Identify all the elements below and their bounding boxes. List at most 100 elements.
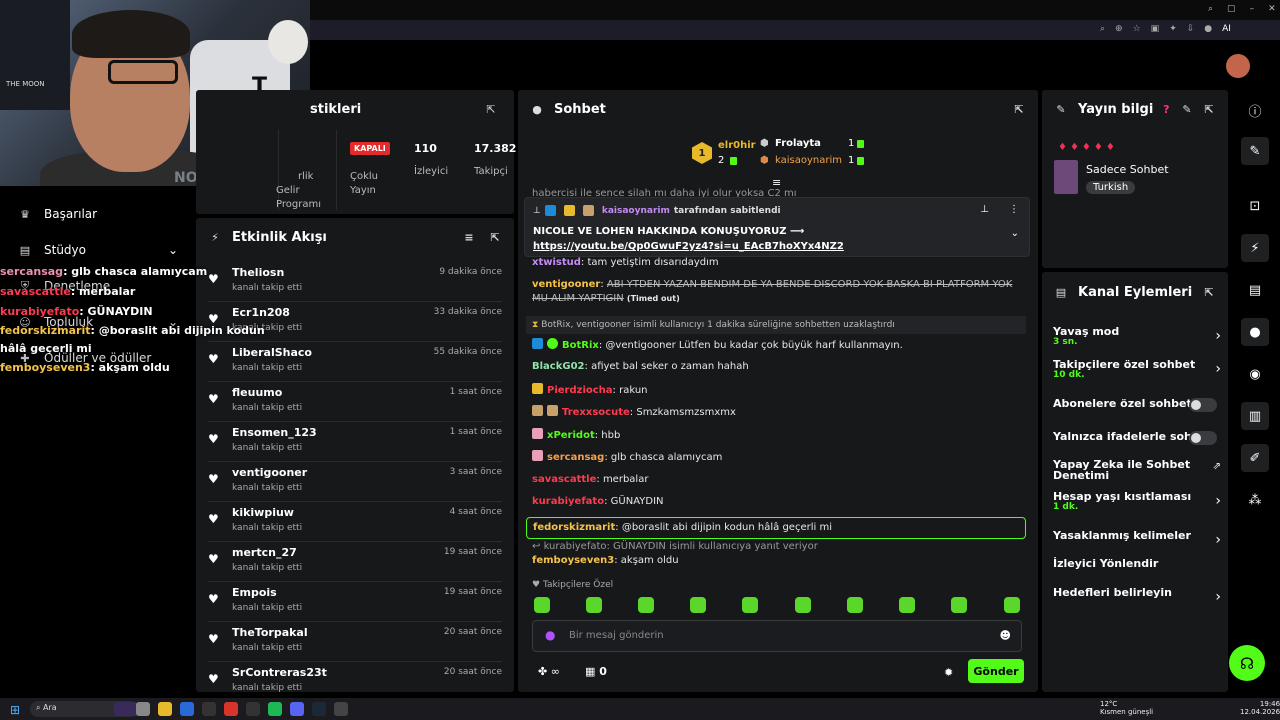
channel-action-item[interactable]: Takipçilere özel sohbet 10 dk. › <box>1053 359 1221 380</box>
support-button[interactable]: ☊ <box>1229 645 1265 681</box>
emote-icon[interactable] <box>899 597 915 613</box>
emote-icon[interactable] <box>586 597 602 613</box>
more-options-icon[interactable]: ⋮ <box>1009 204 1019 215</box>
event-row[interactable]: ♥ SrContreras23t kanalı takip etti 20 saat … <box>208 662 502 702</box>
microphone-icon[interactable]: ● <box>545 628 555 642</box>
event-row[interactable]: ♥ TheTorpakal kanalı takip etti 20 saat önc… <box>208 622 502 662</box>
emote-icon[interactable] <box>951 597 967 613</box>
taskbar-app-icon[interactable] <box>290 702 304 716</box>
channel-action-item[interactable]: Yapay Zeka ile Sohbet Denetimi ⇗ <box>1053 459 1221 481</box>
sidebar-item-achievements[interactable]: ♛ Başarılar <box>0 196 196 232</box>
popout-icon[interactable]: ⇱ <box>488 230 502 244</box>
zoom-icon[interactable]: ⊕ <box>1115 24 1123 34</box>
event-username[interactable]: SrContreras23t <box>232 666 327 679</box>
taskbar-app-icon[interactable] <box>224 702 238 716</box>
emote-icon[interactable] <box>742 597 758 613</box>
channel-action-item[interactable]: Hedefleri belirleyin › <box>1053 587 1221 605</box>
minimize-icon[interactable]: – <box>1250 4 1255 14</box>
event-username[interactable]: fleuumo <box>232 386 282 399</box>
taskbar-app-icon[interactable] <box>202 702 216 716</box>
lightning-icon[interactable]: ⚡ <box>1241 234 1269 262</box>
chat-message[interactable]: fedorskizmarit: @boraslit abi dijipin ko… <box>526 517 1026 539</box>
taskbar-app-icon[interactable] <box>246 702 260 716</box>
chevron-down-icon[interactable]: ⌄ <box>1011 228 1019 239</box>
popout-icon[interactable]: ⇱ <box>1202 102 1216 116</box>
send-button[interactable]: Gönder <box>968 659 1024 683</box>
star-icon[interactable]: ☆ <box>1133 24 1141 34</box>
wrench-icon[interactable]: ✐ <box>1241 444 1269 472</box>
chat-message[interactable]: ventigooner: ABI YTDEN YAZAN BENDIM DE Y… <box>532 278 1022 306</box>
info-icon[interactable]: ⓘ <box>1241 96 1269 124</box>
taskbar-app-icon[interactable] <box>180 702 194 716</box>
taskbar-app-icon[interactable] <box>312 702 326 716</box>
edit-icon[interactable]: ✎ <box>1180 102 1194 116</box>
weather-widget[interactable]: 12°C Kısmen güneşli <box>1100 700 1153 716</box>
event-row[interactable]: ♥ kikiwpiuw kanalı takip etti 4 saat önce <box>208 502 502 542</box>
channel-action-item[interactable]: Yasaklanmış kelimeler › <box>1053 530 1221 548</box>
event-username[interactable]: ventigooner <box>232 466 307 479</box>
chat-message[interactable]: Trexxsocute: Smzkamsmzsmxmx <box>532 405 1022 420</box>
popout-icon[interactable]: ⇱ <box>1012 102 1026 116</box>
language-tag[interactable]: Turkish <box>1086 181 1136 194</box>
leaderboard-second-name[interactable]: Frolayta <box>775 138 821 149</box>
filter-icon[interactable]: ≡ <box>462 230 476 244</box>
chat-message[interactable]: sercansag: glb chasca alamıycam <box>532 450 1022 465</box>
puzzle-icon[interactable]: ✦ <box>1169 24 1177 34</box>
event-username[interactable]: Ensomen_123 <box>232 426 317 439</box>
emote-icon[interactable] <box>847 597 863 613</box>
profile-icon[interactable]: ● <box>1204 24 1212 34</box>
taskbar-app-icon[interactable] <box>114 702 138 716</box>
ai-button[interactable]: AI <box>1222 24 1231 34</box>
close-icon[interactable]: ✕ <box>1268 4 1276 14</box>
screenshot-icon[interactable]: ▢ <box>1227 4 1236 14</box>
channel-action-item[interactable]: Hesap yaşı kısıtlaması 1 dk. › <box>1053 491 1221 512</box>
emote-icon[interactable] <box>795 597 811 613</box>
channel-action-item[interactable]: Yalnızca ifadelerle sohbet <box>1053 431 1221 445</box>
event-username[interactable]: Empois <box>232 586 277 599</box>
event-row[interactable]: ♥ Empois kanalı takip etti 19 saat önce <box>208 582 502 622</box>
download-icon[interactable]: ⇩ <box>1187 24 1195 34</box>
taskbar-app-icon[interactable] <box>268 702 282 716</box>
popout-icon[interactable]: ⇱ <box>484 102 498 116</box>
chat-message[interactable]: femboyseven3: akşam oldu <box>532 554 1022 568</box>
store-points[interactable]: ▦ 0 <box>585 665 607 678</box>
channel-points-icon[interactable]: ✤ ∞ <box>538 665 560 678</box>
event-row[interactable]: ♥ Ensomen_123 kanalı takip etti 1 saat önce <box>208 422 502 462</box>
crosshair-icon[interactable]: ⊡ <box>1241 192 1269 220</box>
chat-icon[interactable]: ● <box>1241 318 1269 346</box>
event-row[interactable]: ♥ fleuumo kanalı takip etti 1 saat önce <box>208 382 502 422</box>
chat-message[interactable]: kurabiyefato: GÜNAYDIN <box>532 495 1022 509</box>
channel-action-item[interactable]: İzleyici Yönlendir <box>1053 558 1221 569</box>
share-icon[interactable]: ⁂ <box>1241 486 1269 514</box>
clock[interactable]: 19:46 12.04.2026 <box>1240 700 1280 716</box>
chat-message[interactable]: Pierdziocha: rakun <box>532 383 1022 398</box>
taskbar-app-icon[interactable] <box>158 702 172 716</box>
chat-message[interactable]: xtwistud: tam yetiştim dısarıdaydım <box>532 256 1022 270</box>
settings-gear-icon[interactable]: ✹ <box>944 666 953 679</box>
emote-icon[interactable] <box>690 597 706 613</box>
system-message[interactable]: ⧗ BotRix, ventigooner isimli kullanıcıyı… <box>526 316 1026 334</box>
search-icon[interactable]: ⌕ <box>1208 4 1213 14</box>
channel-action-item[interactable]: Abonelere özel sohbet <box>1053 398 1221 412</box>
channel-action-item[interactable]: Yavaş mod 3 sn. › <box>1053 326 1221 347</box>
pencil-icon[interactable]: ✎ <box>1241 137 1269 165</box>
chat-message[interactable]: savascattle: merbalar <box>532 473 1022 487</box>
broadcast-icon[interactable]: ◉ <box>1241 360 1269 388</box>
extension-icon[interactable]: ▣ <box>1151 24 1160 34</box>
emoji-icon[interactable]: ☻ <box>1000 629 1011 642</box>
windows-start-icon[interactable]: ⊞ <box>10 703 20 717</box>
pinned-link[interactable]: https://youtu.be/Qp0GwuF2yz4?si=u_EAcB7h… <box>533 241 844 252</box>
taskbar-app-icon[interactable] <box>334 702 348 716</box>
panel-icon[interactable]: ▥ <box>1241 402 1269 430</box>
emote-icon[interactable] <box>638 597 654 613</box>
toggle-switch[interactable] <box>1189 398 1217 412</box>
event-username[interactable]: mertcn_27 <box>232 546 297 559</box>
event-username[interactable]: kikiwpiuw <box>232 506 294 519</box>
search-icon[interactable]: ⌕ <box>1100 24 1105 34</box>
chat-message[interactable]: xPeridot: hbb <box>532 428 1022 443</box>
chat-input[interactable]: ● Bir mesaj gönderin ☻ <box>532 620 1022 652</box>
chat-message[interactable]: BlackG02: afiyet bal seker o zaman hahah <box>532 360 1022 374</box>
leaderboard-third-name[interactable]: kaisaoynarim <box>775 155 842 166</box>
leaderboard-first-name[interactable]: elr0hir <box>718 140 756 151</box>
document-icon[interactable]: ▤ <box>1241 276 1269 304</box>
